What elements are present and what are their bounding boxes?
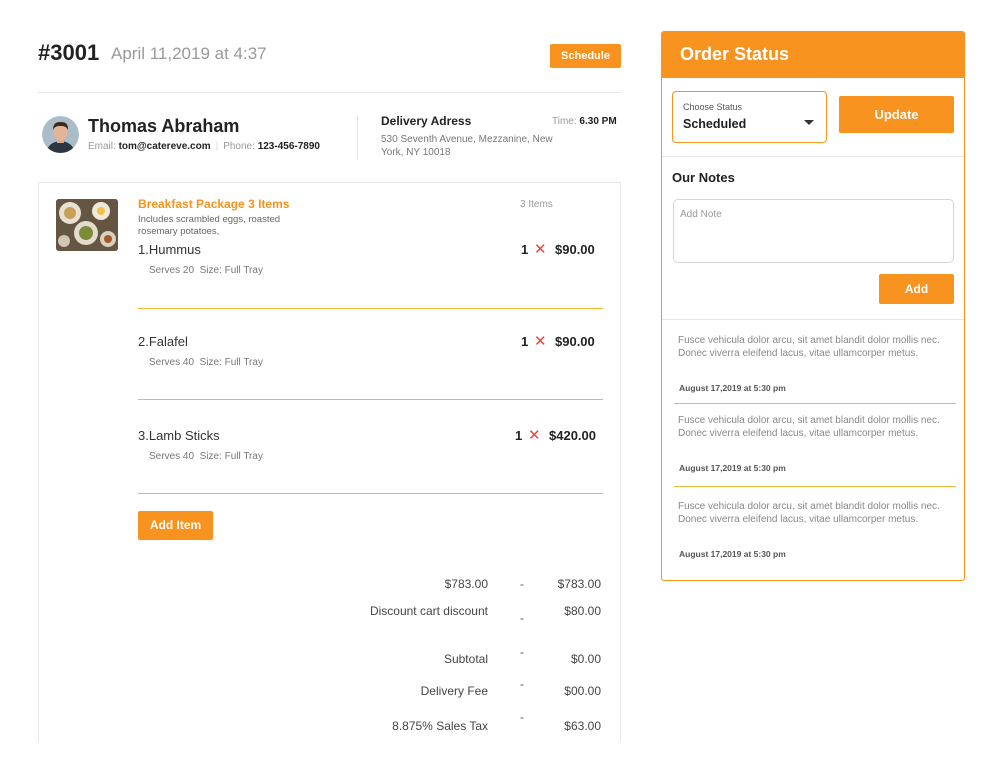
item-quantity: 1 — [521, 334, 529, 349]
total-value: $63.00 — [564, 719, 601, 733]
customer-contact: Email: tom@catereve.com | Phone: 123-456-7… — [88, 141, 320, 152]
close-icon[interactable]: ✕ — [534, 240, 547, 258]
item-details: Serves 40 Size: Full Tray — [149, 357, 263, 368]
item-price: $90.00 — [555, 242, 595, 257]
note-date: August 17,2019 at 5:30 pm — [679, 549, 786, 559]
item-name: 1.Hummus — [138, 242, 201, 257]
delivery-time: Time: 6.30 PM — [552, 116, 617, 127]
order-number: #3001 — [38, 40, 100, 65]
order-status-title: Order Status — [680, 44, 790, 64]
note-input[interactable] — [673, 199, 954, 263]
item-name: 2.Falafel — [138, 334, 188, 349]
item-serves: Serves 40 — [149, 357, 195, 368]
notes-divider — [662, 319, 964, 320]
phone-label: Phone: — [223, 141, 255, 152]
food-thumbnail — [56, 199, 118, 251]
customer-email: tom@catereve.com — [118, 141, 211, 152]
item-details: Serves 40 Size: Full Tray — [149, 451, 263, 462]
item-price: $90.00 — [555, 334, 595, 349]
package-item-count: 3 Items — [520, 199, 553, 210]
total-label: Discount cart discount — [369, 604, 488, 618]
package-description: Includes scrambled eggs, roasted rosemar… — [138, 214, 281, 237]
header-divider — [38, 92, 621, 93]
package-title[interactable]: Breakfast Package 3 Items — [138, 197, 289, 211]
total-value: $0.00 — [570, 652, 601, 666]
item-size: Size: Full Tray — [199, 265, 263, 276]
delivery-address-label: Delivery Adress — [381, 114, 472, 128]
close-icon[interactable]: ✕ — [528, 426, 541, 444]
time-label: Time: — [552, 116, 577, 127]
status-select-value[interactable]: Scheduled — [683, 117, 746, 131]
total-label: Delivery Fee — [420, 684, 488, 698]
item-size: Size: Full Tray — [199, 451, 263, 462]
note-date: August 17,2019 at 5:30 pm — [679, 463, 786, 473]
total-value: $00.00 — [564, 684, 601, 698]
item-divider — [138, 308, 603, 309]
note-text: Fusce vehicula dolor arcu, sit amet blan… — [678, 415, 940, 439]
total-value: $783.00 — [557, 577, 601, 591]
total-label: Subtotal — [443, 652, 488, 666]
note-text: Fusce vehicula dolor arcu, sit amet blan… — [678, 335, 940, 359]
avatar — [42, 116, 79, 153]
customer-name: Thomas Abraham — [88, 116, 240, 136]
time-value: 6.30 PM — [579, 116, 617, 127]
schedule-button[interactable]: Schedule — [550, 44, 621, 68]
notes-title: Our Notes — [672, 170, 735, 185]
item-quantity: 1 — [515, 428, 523, 443]
note-text: Fusce vehicula dolor arcu, sit amet blan… — [678, 501, 940, 525]
item-divider — [138, 399, 603, 400]
customer-phone: 123-456-7890 — [257, 141, 320, 152]
total-label: $783.00 — [444, 577, 488, 591]
email-label: Email: — [88, 141, 116, 152]
delivery-address: 530 Seventh Avenue, Mezzanine, New York,… — [381, 134, 553, 158]
item-serves: Serves 40 — [149, 451, 195, 462]
close-icon[interactable]: ✕ — [534, 332, 547, 350]
status-select-label: Choose Status — [683, 102, 743, 112]
status-divider — [662, 156, 964, 157]
item-divider — [138, 493, 603, 494]
note-date: August 17,2019 at 5:30 pm — [679, 383, 786, 393]
total-value: $80.00 — [564, 604, 601, 618]
total-label: 8.875% Sales Tax — [392, 719, 488, 733]
note-divider — [674, 403, 956, 404]
customer-divider — [357, 116, 358, 160]
update-button[interactable]: Update — [839, 96, 954, 133]
order-date: April 11,2019 at 4:37 — [111, 44, 267, 63]
add-note-button[interactable]: Add — [879, 274, 954, 304]
item-size: Size: Full Tray — [199, 357, 263, 368]
item-price: $420.00 — [549, 428, 596, 443]
item-quantity: 1 — [521, 242, 529, 257]
note-divider — [674, 486, 956, 487]
item-name: 3.Lamb Sticks — [138, 428, 220, 443]
item-serves: Serves 20 — [149, 265, 195, 276]
item-details: Serves 20 Size: Full Tray — [149, 265, 263, 276]
chevron-down-icon[interactable] — [804, 120, 814, 125]
add-item-button[interactable]: Add Item — [138, 511, 213, 540]
